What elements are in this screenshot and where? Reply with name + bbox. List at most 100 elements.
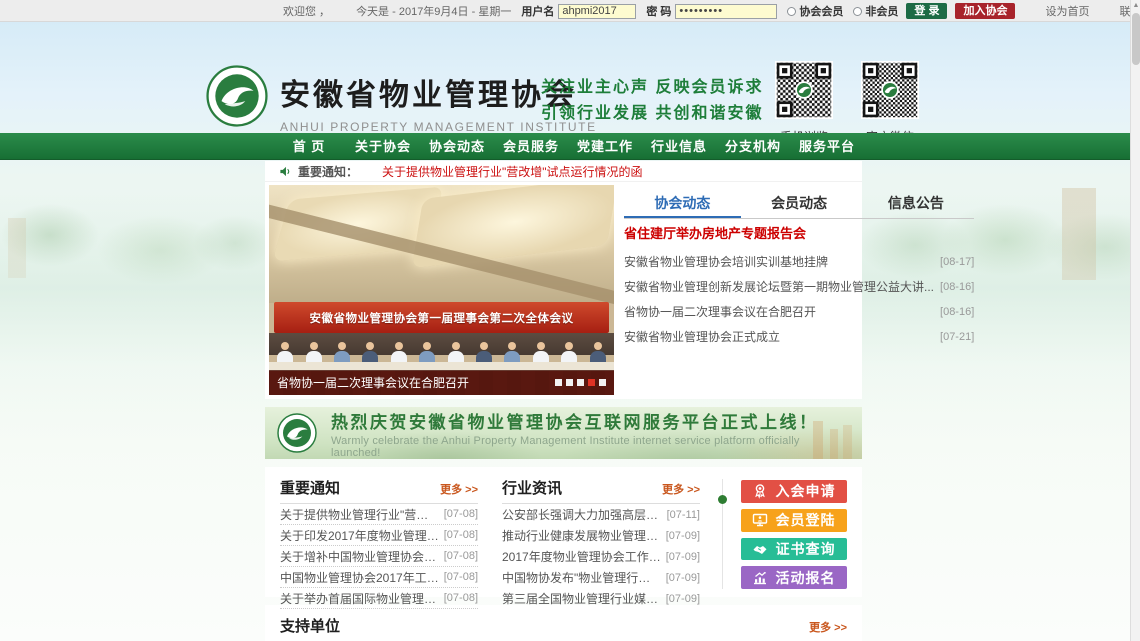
activity-signup-button[interactable]: 活动报名: [741, 566, 847, 589]
login-button[interactable]: 登 录: [906, 3, 947, 19]
join-button[interactable]: 加入协会: [955, 3, 1015, 19]
notice-link[interactable]: 关于提供物业管理行业"营改增"试点运行情况的函: [382, 163, 643, 180]
nonmember-radio[interactable]: [853, 7, 862, 16]
notice-list-item: 中国物业管理协会2017年工作要点 [07-08]: [280, 567, 478, 588]
celebration-banner[interactable]: 热烈庆贺安徽省物业管理协会互联网服务平台正式上线！ Warmly celebra…: [265, 407, 862, 459]
nav-item-home[interactable]: 首 页: [272, 133, 346, 160]
industry-news-more-link[interactable]: 更多 >>: [662, 481, 700, 497]
news-item-link[interactable]: 安徽省物业管理创新发展论坛暨第一期物业管理公益大讲...: [624, 278, 934, 295]
scrollbar-thumb[interactable]: [1132, 13, 1140, 65]
important-notices-more-link[interactable]: 更多 >>: [440, 481, 478, 497]
notice-list-item: 关于增补中国物业管理协会第四届理事会... [07-08]: [280, 546, 478, 567]
notice-item-link[interactable]: 中国物业管理协会2017年工作要点: [280, 569, 439, 586]
speaker-icon: [279, 165, 292, 178]
industry-list-item: 中国物协发布"物业管理行业精神" [07-09]: [502, 567, 700, 588]
nav-item-association-news[interactable]: 协会动态: [420, 133, 494, 160]
industry-item-link[interactable]: 第三届全国物业管理行业媒体工作交流会...: [502, 590, 661, 607]
tab-member-news[interactable]: 会员动态: [741, 189, 858, 218]
scrollbar[interactable]: ▲: [1130, 0, 1140, 641]
industry-list-item: 推动行业健康发展物业管理协会工作座谈... [07-09]: [502, 525, 700, 546]
slide-caption: 省物协一届二次理事会议在合肥召开: [269, 370, 614, 395]
section-divider: [722, 479, 723, 589]
industry-list-item: 2017年度物业管理协会工作座谈会在烟台... [07-09]: [502, 546, 700, 567]
nav-item-industry-info[interactable]: 行业信息: [642, 133, 716, 160]
topbar: 欢迎您 ， 今天是 - 2017年9月4日 - 星期一 用户名 密 码 协会会员…: [0, 0, 1130, 22]
member-radio[interactable]: [787, 7, 796, 16]
password-label: 密 码: [646, 3, 671, 19]
industry-item-link[interactable]: 中国物协发布"物业管理行业精神": [502, 569, 661, 586]
photo-people: [271, 338, 612, 363]
notice-list-item: 关于举办首届国际物业管理产业博览会的... [07-08]: [280, 588, 478, 609]
nav-item-party-work[interactable]: 党建工作: [568, 133, 642, 160]
industry-item-link[interactable]: 推动行业健康发展物业管理协会工作座谈...: [502, 527, 661, 544]
scrollbar-up-arrow[interactable]: ▲: [1131, 0, 1140, 12]
industry-item-link[interactable]: 公安部长强调大力加强高层建筑消防安全...: [502, 506, 662, 523]
news-panel: 协会动态 会员动态 信息公告 省住建厅举办房地产专题报告会 安徽省物业管理协会培…: [624, 185, 974, 395]
tab-announcements[interactable]: 信息公告: [858, 189, 975, 218]
date-text: 今天是 - 2017年9月4日 - 星期一: [356, 3, 511, 19]
industry-list-item: 公安部长强调大力加强高层建筑消防安全... [07-11]: [502, 504, 700, 525]
notice-item-link[interactable]: 关于提供物业管理行业"营改增"试点运...: [280, 506, 439, 523]
site-header: 安徽省物业管理协会 ANHUI PROPERTY MANAGEMENT INST…: [0, 22, 1140, 133]
banner-subtitle: Warmly celebrate the Anhui Property Mana…: [331, 435, 850, 459]
set-home-link[interactable]: 设为首页: [1045, 3, 1089, 19]
notice-list-item: 关于印发2017年度物业管理课题研究计划... [07-08]: [280, 525, 478, 546]
news-item-date: [08-16]: [940, 306, 974, 318]
support-units-more-link[interactable]: 更多 >>: [809, 619, 847, 635]
sections-card: 重要通知 更多 >> 关于提供物业管理行业"营改增"试点运... [07-08]…: [265, 467, 862, 597]
quick-buttons: 入会申请 会员登陆 证书查询: [741, 477, 847, 589]
industry-news-title: 行业资讯: [502, 477, 562, 498]
notice-item-link[interactable]: 关于举办首届国际物业管理产业博览会的...: [280, 590, 439, 607]
monitor-user-icon: [752, 512, 768, 528]
password-input[interactable]: [675, 4, 777, 19]
page-root: 欢迎您 ， 今天是 - 2017年9月4日 - 星期一 用户名 密 码 协会会员…: [0, 0, 1140, 641]
notice-bar: 重要通知： 关于提供物业管理行业"营改增"试点运行情况的函: [265, 161, 862, 182]
username-input[interactable]: [558, 4, 636, 19]
carousel-dot-3[interactable]: [577, 379, 584, 386]
news-item: 安徽省物业管理协会培训实训基地挂牌 [08-17]: [624, 249, 974, 274]
carousel-dot-1[interactable]: [555, 379, 562, 386]
news-item-link[interactable]: 安徽省物业管理协会正式成立: [624, 328, 934, 345]
support-units-section: 支持单位 更多 >>: [265, 605, 862, 641]
carousel-dot-2[interactable]: [566, 379, 573, 386]
news-item: 省物协一届二次理事会议在合肥召开 [08-16]: [624, 299, 974, 324]
industry-news-section: 行业资讯 更多 >> 公安部长强调大力加强高层建筑消防安全... [07-11]…: [502, 477, 700, 589]
news-item-date: [08-17]: [940, 256, 974, 268]
tab-association-news[interactable]: 协会动态: [624, 189, 741, 218]
important-notices-title: 重要通知: [280, 477, 340, 498]
news-item: 安徽省物业管理协会正式成立 [07-21]: [624, 324, 974, 349]
certificate-query-button[interactable]: 证书查询: [741, 538, 847, 561]
notice-label: 重要通知：: [298, 163, 358, 180]
news-item-date: [07-21]: [940, 331, 974, 343]
slogan-line1: 关注业主心声 反映会员诉求: [541, 75, 763, 101]
qr-mobile-icon: [775, 61, 833, 119]
news-headline[interactable]: 省住建厅举办房地产专题报告会: [624, 219, 974, 249]
nav-item-about[interactable]: 关于协会: [346, 133, 420, 160]
carousel-slide[interactable]: 安徽省物业管理协会第一届理事会第二次全体会议: [269, 185, 614, 395]
notice-item-link[interactable]: 关于印发2017年度物业管理课题研究计划...: [280, 527, 439, 544]
news-tabs: 协会动态 会员动态 信息公告: [624, 189, 974, 219]
notice-item-link[interactable]: 关于增补中国物业管理协会第四届理事会...: [280, 548, 439, 565]
carousel-dot-4[interactable]: [588, 379, 595, 386]
nav-item-branches[interactable]: 分支机构: [716, 133, 790, 160]
slide-caption-text: 省物协一届二次理事会议在合肥召开: [277, 374, 469, 391]
slogan-line2: 引领行业发展 共创和谐安徽: [541, 101, 763, 127]
support-units-title: 支持单位: [280, 615, 340, 636]
conference-banner-text: 安徽省物业管理协会第一届理事会第二次全体会议: [274, 302, 609, 333]
member-login-button[interactable]: 会员登陆: [741, 509, 847, 532]
news-item-link[interactable]: 安徽省物业管理协会培训实训基地挂牌: [624, 253, 934, 270]
nav-item-member-services[interactable]: 会员服务: [494, 133, 568, 160]
news-item-link[interactable]: 省物协一届二次理事会议在合肥召开: [624, 303, 934, 320]
chart-icon: [752, 570, 768, 586]
membership-apply-button[interactable]: 入会申请: [741, 480, 847, 503]
green-dot: [718, 495, 727, 504]
member-radio-label: 协会会员: [799, 3, 843, 19]
carousel-dot-5[interactable]: [599, 379, 606, 386]
qr-wechat-icon: [861, 61, 919, 119]
industry-item-link[interactable]: 2017年度物业管理协会工作座谈会在烟台...: [502, 548, 661, 565]
nav-item-service-platform[interactable]: 服务平台: [790, 133, 864, 160]
slogan: 关注业主心声 反映会员诉求 引领行业发展 共创和谐安徽: [541, 75, 763, 127]
top-card: 重要通知： 关于提供物业管理行业"营改增"试点运行情况的函 安徽省物业管理协会第…: [265, 161, 862, 399]
username-label: 用户名: [521, 3, 554, 19]
news-item-date: [08-16]: [940, 281, 974, 293]
